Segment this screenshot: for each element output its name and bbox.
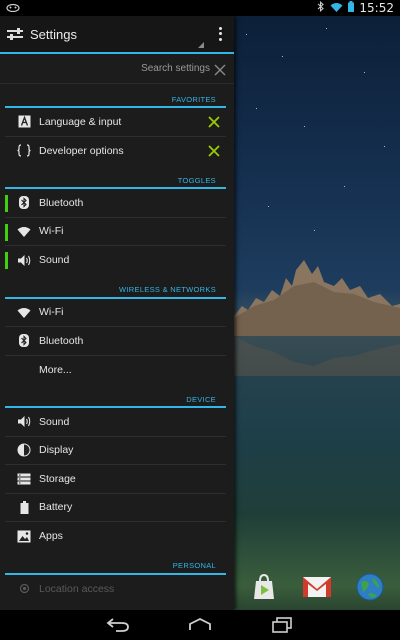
settings-app-icon[interactable]	[6, 25, 24, 43]
sound-icon	[17, 253, 31, 267]
section-header-toggles: TOGGLES	[5, 173, 226, 189]
settings-item-bluetooth[interactable]: Bluetooth	[5, 327, 226, 356]
toggles-section: TOGGLES Bluetooth Wi-Fi Sound	[0, 165, 234, 275]
settings-item-label: Display	[39, 444, 74, 457]
navigation-bar	[0, 610, 400, 640]
search-bar	[0, 54, 234, 84]
settings-item-battery[interactable]: Battery	[5, 494, 226, 522]
favorites-section: FAVORITES Language & input Developer opt…	[0, 84, 234, 165]
toggle-item-label: Wi-Fi	[39, 225, 64, 238]
action-bar: Settings	[0, 16, 234, 54]
home-wallpaper	[234, 16, 400, 610]
spinner-corner	[198, 42, 204, 48]
toggle-item-label: Bluetooth	[39, 196, 84, 209]
status-bar: 15:52	[0, 0, 400, 16]
play-store-icon[interactable]	[249, 572, 279, 602]
settings-item-label: Location access	[39, 582, 115, 595]
settings-item-storage[interactable]: Storage	[5, 465, 226, 494]
remove-favorite-icon[interactable]	[208, 116, 220, 128]
overflow-menu-icon[interactable]	[212, 24, 228, 44]
settings-item-location[interactable]: Location access	[5, 575, 226, 604]
settings-item-label: Apps	[39, 530, 63, 543]
clear-search-icon[interactable]	[214, 63, 226, 75]
status-time: 15:52	[359, 1, 394, 15]
toggle-on-indicator	[5, 252, 8, 269]
recent-apps-icon[interactable]	[269, 616, 295, 634]
language-icon	[17, 115, 31, 129]
settings-item-sound[interactable]: Sound	[5, 408, 226, 437]
section-header-wireless: WIRELESS & NETWORKS	[5, 283, 226, 299]
browser-icon[interactable]	[355, 572, 385, 602]
toggle-item-sound[interactable]: Sound	[5, 246, 226, 275]
wifi-status-icon	[330, 1, 343, 15]
bluetooth-icon	[17, 334, 31, 348]
gmail-icon[interactable]	[302, 572, 332, 602]
device-section: DEVICE Sound Display Storage Battery App…	[0, 384, 234, 551]
settings-item-label: Sound	[39, 415, 70, 428]
settings-item-apps[interactable]: Apps	[5, 522, 226, 551]
section-header-device: DEVICE	[5, 392, 226, 408]
bluetooth-icon	[17, 196, 31, 210]
developer-icon	[17, 144, 31, 158]
settings-item-label: Bluetooth	[39, 334, 84, 347]
favorite-item-developer[interactable]: Developer options	[5, 137, 226, 166]
wireless-section: WIRELESS & NETWORKS Wi-Fi Bluetooth More…	[0, 275, 234, 385]
wifi-icon	[17, 305, 31, 319]
sound-icon	[17, 415, 31, 429]
toggle-item-bluetooth[interactable]: Bluetooth	[5, 189, 226, 218]
favorite-item-label: Developer options	[39, 144, 124, 157]
display-icon	[17, 443, 31, 457]
settings-item-label: Storage	[39, 472, 76, 485]
section-header-favorites: FAVORITES	[5, 92, 226, 108]
battery-icon	[17, 500, 31, 514]
settings-item-display[interactable]: Display	[5, 437, 226, 465]
settings-item-more[interactable]: More...	[5, 356, 226, 385]
favorite-item-language[interactable]: Language & input	[5, 108, 226, 137]
bluetooth-status-icon	[317, 0, 325, 15]
search-input[interactable]	[100, 63, 210, 74]
battery-status-icon	[348, 1, 355, 15]
settings-item-wifi[interactable]: Wi-Fi	[5, 299, 226, 327]
toggle-on-indicator	[5, 223, 8, 241]
home-icon[interactable]	[187, 616, 213, 634]
notification-icon	[6, 0, 20, 17]
storage-icon	[17, 472, 31, 486]
remove-favorite-icon[interactable]	[208, 145, 220, 157]
rock-formation	[234, 260, 400, 376]
page-title: Settings	[30, 26, 77, 42]
settings-item-label: More...	[39, 363, 72, 376]
personal-section: PERSONAL Location access	[0, 551, 234, 604]
wifi-icon	[17, 224, 31, 238]
favorite-item-label: Language & input	[39, 115, 122, 128]
apps-icon	[17, 529, 31, 543]
settings-item-label: Battery	[39, 501, 73, 514]
screen: 15:52 Settings Search settings FAVORITES…	[0, 0, 400, 640]
toggle-item-wifi[interactable]: Wi-Fi	[5, 218, 226, 246]
toggle-on-indicator	[5, 195, 8, 212]
location-icon	[17, 582, 31, 596]
settings-item-label: Wi-Fi	[39, 306, 64, 319]
back-icon[interactable]	[105, 616, 131, 634]
section-header-personal: PERSONAL	[5, 559, 226, 575]
settings-panel: Settings FAVORITES Language & input	[0, 16, 234, 610]
toggle-item-label: Sound	[39, 254, 70, 267]
launcher-dock	[234, 564, 400, 610]
